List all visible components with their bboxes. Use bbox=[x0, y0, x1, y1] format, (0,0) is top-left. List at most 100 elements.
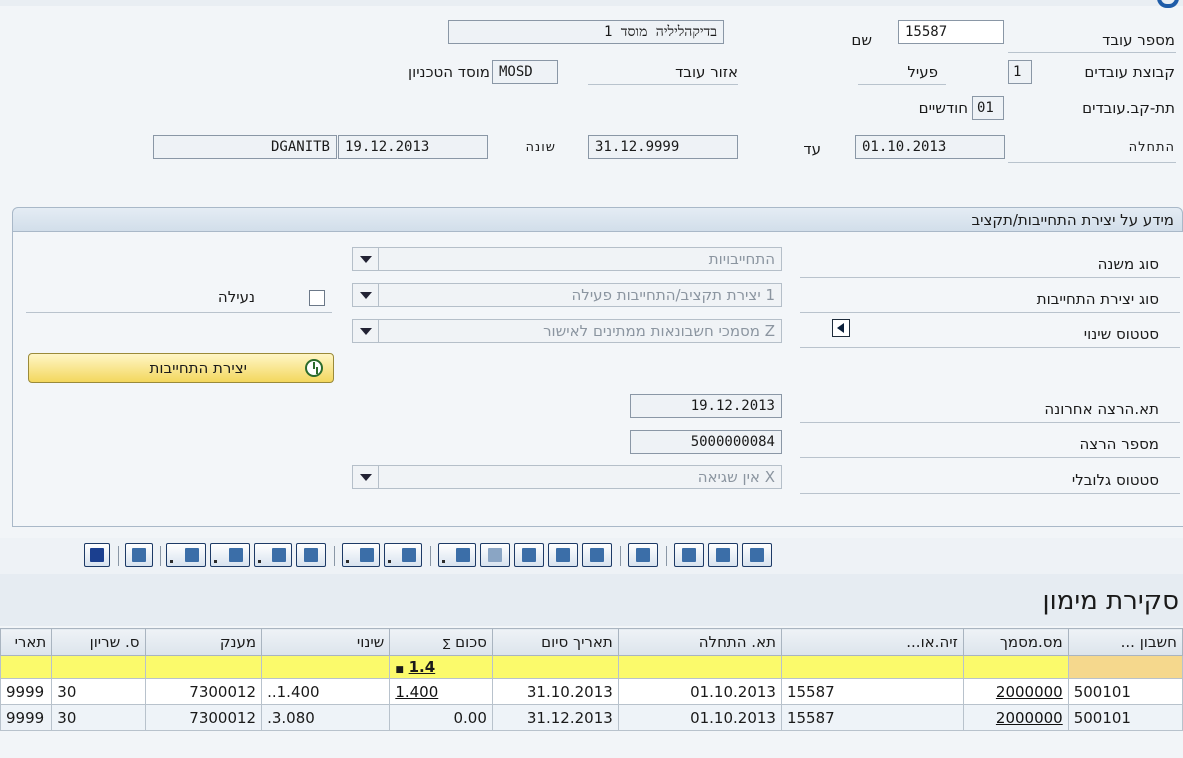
toolbar-separator bbox=[430, 546, 431, 566]
sort-asc-button[interactable] bbox=[582, 543, 612, 567]
change-status-dropdown[interactable]: Z מסמכי חשבונאות ממתינים לאישור bbox=[378, 319, 782, 343]
funding-table: תארי ס. שריון מענק שינוי סכום ∑ תאריך סי… bbox=[0, 628, 1183, 731]
layout-button[interactable] bbox=[166, 543, 206, 567]
employee-no-field[interactable]: 15587 bbox=[898, 20, 1004, 44]
sort-desc-button[interactable] bbox=[548, 543, 578, 567]
underline bbox=[800, 422, 1180, 423]
change-status-label: סטטוס שינוי bbox=[1083, 325, 1159, 343]
dropdown-dot bbox=[214, 560, 217, 563]
sigma-icon bbox=[402, 548, 416, 562]
underline bbox=[800, 457, 1180, 458]
change-value: 3.080 bbox=[271, 708, 315, 727]
select-all-button[interactable] bbox=[674, 543, 704, 567]
col-change[interactable]: שינוי bbox=[261, 628, 391, 656]
filter-button[interactable] bbox=[438, 543, 476, 567]
sort-descending-icon bbox=[556, 548, 570, 562]
run-no-field: 5000000084 bbox=[630, 430, 782, 454]
table-cell bbox=[1067, 655, 1183, 679]
table-cell bbox=[617, 655, 782, 679]
col-amount[interactable]: סכום ∑ bbox=[389, 628, 493, 656]
view-button[interactable] bbox=[254, 543, 292, 567]
find-button[interactable] bbox=[480, 543, 510, 567]
col-date[interactable]: תארי bbox=[0, 628, 53, 656]
next-page-button[interactable] bbox=[742, 543, 772, 567]
clock-icon bbox=[305, 359, 323, 377]
details-button[interactable] bbox=[628, 543, 658, 567]
partial-logo-icon bbox=[1157, 0, 1179, 8]
document-cell[interactable]: 2000000 bbox=[962, 704, 1069, 731]
id-cell: 15587 bbox=[780, 678, 964, 705]
layout-icon bbox=[185, 548, 199, 562]
last-run-label: תא.הרצה אחרונה bbox=[1044, 400, 1159, 418]
table-cell bbox=[51, 655, 146, 679]
sum-button[interactable] bbox=[384, 543, 422, 567]
export-button[interactable] bbox=[210, 543, 250, 567]
col-grant[interactable]: מענק bbox=[144, 628, 263, 656]
toolbar-separator bbox=[160, 546, 161, 566]
col-reserve[interactable]: ס. שריון bbox=[51, 628, 146, 656]
previous-page-button[interactable] bbox=[708, 543, 738, 567]
date-cell: 9999 bbox=[0, 704, 53, 731]
col-start-date[interactable]: תא. התחלה bbox=[617, 628, 782, 656]
underline bbox=[800, 347, 1180, 348]
sum-marker-icon: ∑ bbox=[442, 637, 451, 650]
change-cell: ..1.400 bbox=[261, 678, 391, 705]
amount-link[interactable]: 1.400 bbox=[395, 683, 438, 701]
graphic-button[interactable] bbox=[125, 543, 153, 567]
binoculars-icon bbox=[488, 548, 502, 562]
grid-title-bar: סקירת מימון bbox=[0, 574, 1183, 626]
end-date-cell: 31.12.2013 bbox=[491, 704, 619, 731]
global-status-dropdown[interactable]: X אין שגיאה bbox=[378, 465, 782, 489]
grid-title: סקירת מימון bbox=[1042, 586, 1179, 616]
bar-chart-icon bbox=[132, 548, 146, 562]
previous-arrow-icon[interactable] bbox=[832, 319, 850, 337]
table-cell bbox=[962, 655, 1069, 679]
lock-checkbox[interactable] bbox=[309, 290, 325, 306]
underline bbox=[26, 312, 332, 313]
export-icon bbox=[229, 548, 243, 562]
sub-type-dropdown[interactable]: התחייבויות bbox=[378, 247, 782, 271]
sub-type-dropdown-arrow[interactable] bbox=[352, 247, 378, 271]
subgroup-code: 01 bbox=[972, 96, 1004, 120]
view-icon bbox=[272, 548, 286, 562]
amount-cell[interactable]: 1.400 bbox=[389, 678, 493, 705]
col-document[interactable]: מס.מסמך bbox=[962, 628, 1069, 656]
subgroup-text: חודשיים bbox=[918, 99, 968, 117]
table-cell bbox=[144, 655, 263, 679]
page-back-icon bbox=[716, 548, 730, 562]
start-date-field: 01.10.2013 bbox=[855, 135, 1005, 159]
employee-no-label: מספר עובד bbox=[1102, 31, 1175, 49]
global-status-label: סטטוס גלובלי bbox=[1071, 471, 1159, 489]
table-row[interactable]: 9999 30 7300012 .3.080 0.00 31.12.2013 0… bbox=[0, 704, 1183, 731]
employee-group-label: קבוצת עובדים bbox=[1084, 63, 1175, 81]
end-date-field: 31.12.9999 bbox=[588, 135, 738, 159]
create-commitment-button[interactable]: יצירת התחייבות bbox=[28, 353, 334, 383]
col-id[interactable]: זיה.או... bbox=[780, 628, 964, 656]
document-link[interactable]: 2000000 bbox=[996, 683, 1063, 701]
underline bbox=[800, 493, 1180, 494]
sum-amount-cell[interactable]: ■ 1.4 bbox=[389, 655, 493, 679]
info-button[interactable] bbox=[84, 543, 110, 567]
dropdown-dot bbox=[346, 560, 349, 563]
subtotal-button[interactable] bbox=[342, 543, 380, 567]
find-next-button[interactable] bbox=[514, 543, 544, 567]
print-button[interactable] bbox=[296, 543, 326, 567]
change-status-dropdown-arrow[interactable] bbox=[352, 319, 378, 343]
changed-by-field: DGANITB bbox=[153, 135, 337, 159]
underline bbox=[858, 84, 946, 85]
global-status-dropdown-arrow[interactable] bbox=[352, 465, 378, 489]
creation-type-dropdown[interactable]: 1 יצירת תקציב/התחייבות פעילה bbox=[378, 283, 782, 307]
id-cell: 15587 bbox=[780, 704, 964, 731]
table-row[interactable]: 9999 30 7300012 ..1.400 1.400 31.10.2013… bbox=[0, 678, 1183, 705]
document-link[interactable]: 2000000 bbox=[996, 709, 1063, 727]
creation-type-dropdown-arrow[interactable] bbox=[352, 283, 378, 307]
underline bbox=[1008, 52, 1176, 53]
col-account[interactable]: חשבון ... bbox=[1067, 628, 1183, 656]
change-cell: .3.080 bbox=[261, 704, 391, 731]
col-end-date[interactable]: תאריך סיום bbox=[491, 628, 619, 656]
panel-title: מידע על יצירת התחייבות/תקציב bbox=[971, 211, 1174, 229]
page-forward-icon bbox=[750, 548, 764, 562]
document-cell[interactable]: 2000000 bbox=[962, 678, 1069, 705]
change-value: 1.400 bbox=[276, 682, 320, 701]
sum-amount[interactable]: 1.4 bbox=[409, 658, 436, 676]
